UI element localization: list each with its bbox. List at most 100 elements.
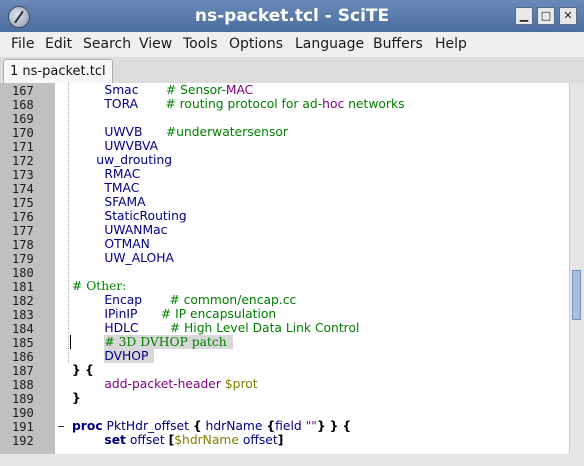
line-number: 182 [12,294,34,308]
code-line[interactable]: proc PktHdr_offset { hdrName {field ""} … [68,419,569,433]
code-line[interactable]: } [68,391,569,405]
code-text: RMAC [104,167,140,181]
horizontal-scrollbar[interactable] [0,454,584,466]
code-text: add-packet-header $prot [104,377,257,391]
token-pad [142,125,165,139]
code-text: uw_drouting [96,153,172,167]
token-id: hdrName [205,419,263,433]
line-number: 174 [12,182,34,196]
token-id: HDLC [104,321,139,335]
token-cmt: # routing protocol for ad- [165,97,323,111]
code-text: UWVBVA [104,139,158,153]
menu-help[interactable]: Help [435,36,467,52]
code-line[interactable] [68,111,569,125]
code-line[interactable]: SFAMA [68,195,569,209]
code-line[interactable]: UW_ALOHA [68,251,569,265]
line-number: 178 [12,238,34,252]
minimize-button[interactable]: ▁ [515,7,533,25]
menu-edit[interactable]: Edit [45,36,72,52]
code-line[interactable]: DVHOP [68,349,569,363]
token-mac: MAC [225,83,254,97]
token-mac: add-packet-header [104,377,221,391]
code-line[interactable]: } { [68,363,569,377]
code-line[interactable]: UWANMac [68,223,569,237]
code-text: UWVB #underwatersensor [104,125,288,139]
code-line[interactable]: OTMAN [68,237,569,251]
line-number: 191 [12,420,34,434]
token-id: offset [242,433,278,447]
menu-file[interactable]: File [11,36,34,52]
token-id: DVHOP [104,349,149,363]
token-id: UWANMac [104,223,168,237]
fold-margin[interactable] [55,83,68,454]
code-text: SFAMA [104,195,145,209]
maximize-button[interactable]: □ [537,7,555,25]
line-number: 176 [12,210,34,224]
menu-options[interactable]: Options [229,36,283,52]
token-id: IPinIP [104,307,138,321]
code-line[interactable]: UWVB #underwatersensor [68,125,569,139]
tab-ns-packet[interactable]: 1 ns-packet.tcl [3,59,113,84]
code-line[interactable]: UWVBVA [68,139,569,153]
code-line[interactable]: add-packet-header $prot [68,377,569,391]
line-number: 188 [12,378,34,392]
menu-view[interactable]: View [139,36,172,52]
code-line[interactable]: HDLC # High Level Data Link Control [68,321,569,335]
token-id: TORA [104,97,139,111]
indent-guide [68,83,70,363]
token-id: UWVBVA [104,139,159,153]
token-id: UWVB [104,125,143,139]
code-line[interactable]: # 3D DVHOP patch [68,335,569,349]
code-text: UWANMac [104,223,167,237]
code-line[interactable]: StaticRouting [68,209,569,223]
code-line[interactable]: # Other: [68,279,569,293]
line-number: 183 [12,308,34,322]
close-button[interactable]: ✕ [559,7,577,25]
token-com: # 3D DVHOP patch [104,335,227,349]
token-str: "" [305,419,317,433]
token-id: offset [129,433,165,447]
token-pad [137,307,160,321]
code-line[interactable]: Smac # Sensor-MAC [68,83,569,97]
token-op: ] [277,433,284,447]
title-bar: ns-packet.tcl - SciTE ▁ □ ✕ [0,0,584,32]
token-id: SFAMA [104,195,146,209]
text-caret [70,335,71,349]
token-cmt: # High Level Data Link Control [169,321,360,335]
token-id: field [275,419,302,433]
fold-marker-icon[interactable] [58,426,64,427]
code-line[interactable]: RMAC [68,167,569,181]
code-line[interactable]: IPinIP # IP encapsulation [68,307,569,321]
code-text: TORA # routing protocol for ad-hoc netwo… [104,97,404,111]
vertical-scroll-thumb[interactable] [572,270,581,320]
code-text: set offset [$hdrName offset] [104,433,283,447]
code-line[interactable]: Encap # common/encap.cc [68,293,569,307]
code-line[interactable]: uw_drouting [68,153,569,167]
window-title: ns-packet.tcl - SciTE [194,6,390,26]
token-var: $hdrName [174,433,239,447]
code-line[interactable]: TMAC [68,181,569,195]
line-number: 180 [12,266,34,280]
token-id: Smac [104,83,139,97]
token-var: $prot [224,377,258,391]
token-mac: hoc [322,97,345,111]
token-cmt: networks [344,97,405,111]
code-line[interactable] [68,405,569,419]
code-line[interactable]: set offset [$hdrName offset] [68,433,569,447]
code-text: HDLC # High Level Data Link Control [104,321,359,335]
menu-language[interactable]: Language [295,36,364,52]
token-com: # Other: [72,279,127,293]
menu-buffers[interactable]: Buffers [373,36,423,52]
vertical-scrollbar[interactable] [569,83,584,454]
line-number: 169 [12,112,34,126]
code-editor[interactable]: Smac # Sensor-MAC TORA # routing protocol… [68,83,569,454]
line-number: 167 [12,84,34,98]
code-text: IPinIP # IP encapsulation [104,307,276,321]
code-line[interactable] [68,265,569,279]
line-number: 172 [12,154,34,168]
code-line[interactable]: TORA # routing protocol for ad-hoc netwo… [68,97,569,111]
menu-tools[interactable]: Tools [183,36,218,52]
token-id: OTMAN [104,237,150,251]
token-cmt: # common/encap.cc [169,293,297,307]
menu-search[interactable]: Search [83,36,131,52]
